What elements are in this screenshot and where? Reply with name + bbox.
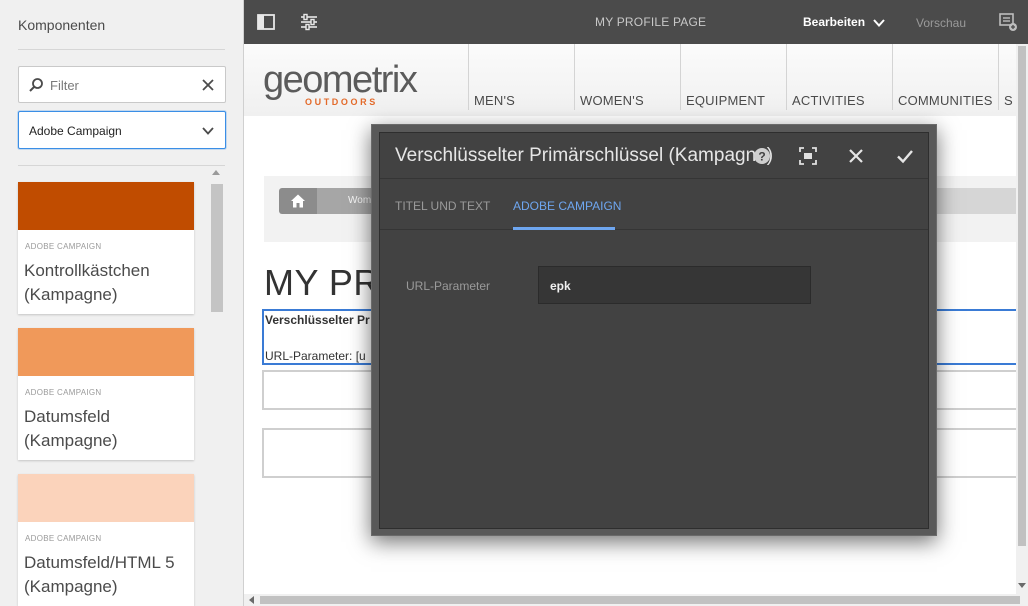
- active-tab-indicator: [513, 227, 615, 230]
- component-card[interactable]: ADOBE CAMPAIGN Datumsfeld (Kampagne): [18, 328, 194, 460]
- component-name: Kontrollkästchen (Kampagne): [24, 261, 150, 304]
- filter-input[interactable]: Filter: [18, 66, 226, 103]
- close-icon[interactable]: [846, 146, 866, 166]
- component-category: ADOBE CAMPAIGN: [25, 534, 102, 543]
- breadcrumb-item[interactable]: Women's: [317, 188, 389, 214]
- component-parameter: URL-Parameter: [u: [265, 349, 366, 363]
- url-parameter-value: epk: [550, 279, 571, 293]
- component-name: Datumsfeld (Kampagne): [24, 407, 118, 450]
- vertical-scrollbar[interactable]: [1016, 44, 1028, 594]
- component-title: Verschlüsselter Pr: [265, 313, 370, 327]
- panel-title: Komponenten: [18, 17, 106, 33]
- component-dialog: Verschlüsselter Primärschlüssel (Kampagn…: [371, 124, 937, 536]
- dialog-tabs: TITEL UND TEXT ADOBE CAMPAIGN: [380, 180, 928, 230]
- editor-toolbar: MY PROFILE PAGE Bearbeiten Vorschau: [244, 0, 1028, 44]
- component-color-swatch: [18, 182, 194, 230]
- search-icon: [29, 78, 43, 92]
- chevron-down-icon[interactable]: [872, 16, 886, 30]
- page-heading: MY PR: [264, 262, 380, 303]
- help-icon[interactable]: ?: [752, 146, 772, 166]
- scroll-up-arrow-icon[interactable]: [212, 170, 220, 175]
- page-title: MY PROFILE PAGE: [595, 15, 707, 29]
- checkmark-icon[interactable]: [895, 146, 915, 166]
- sidebar-toggle-icon[interactable]: [256, 12, 276, 32]
- divider: [18, 165, 225, 166]
- chevron-down-icon: [202, 127, 214, 135]
- fullscreen-icon[interactable]: [798, 146, 818, 166]
- site-header: geometrix OUTDOORS MEN'S WOMEN'S EQUIPME…: [244, 44, 1016, 116]
- clear-icon[interactable]: [200, 77, 216, 93]
- svg-text:?: ?: [758, 150, 765, 164]
- nav-item-activities[interactable]: ACTIVITIES: [786, 44, 892, 110]
- component-color-swatch: [18, 474, 194, 522]
- dialog-header: Verschlüsselter Primärschlüssel (Kampagn…: [380, 133, 928, 179]
- group-select-value: Adobe Campaign: [29, 124, 122, 138]
- dialog-body: Verschlüsselter Primärschlüssel (Kampagn…: [379, 132, 929, 529]
- breadcrumb-home[interactable]: [279, 188, 317, 214]
- annotations-icon[interactable]: [998, 12, 1018, 32]
- nav-item-more[interactable]: S: [998, 44, 1016, 110]
- preview-button[interactable]: Vorschau: [916, 16, 966, 30]
- nav-item-communities[interactable]: COMMUNITIES: [892, 44, 998, 110]
- nav-item-mens[interactable]: MEN'S: [468, 44, 574, 110]
- scrollbar-thumb[interactable]: [211, 184, 223, 312]
- component-color-swatch: [18, 328, 194, 376]
- nav-item-womens[interactable]: WOMEN'S: [574, 44, 680, 110]
- scroll-left-arrow-icon[interactable]: [249, 596, 254, 604]
- tab-adobe-campaign[interactable]: ADOBE CAMPAIGN: [513, 199, 621, 213]
- components-scrollbar[interactable]: [211, 170, 223, 606]
- filter-placeholder: Filter: [50, 78, 79, 93]
- scroll-down-arrow-icon[interactable]: [1018, 583, 1026, 588]
- site-logo-subtitle: OUTDOORS: [305, 97, 378, 107]
- site-logo[interactable]: geometrix: [263, 60, 418, 100]
- url-parameter-label: URL-Parameter: [406, 279, 491, 293]
- scrollbar-thumb[interactable]: [260, 596, 1020, 604]
- dialog-title: Verschlüsselter Primärschlüssel (Kampagn…: [395, 145, 774, 166]
- component-name: Datumsfeld/HTML 5 (Kampagne): [24, 553, 175, 596]
- horizontal-scrollbar[interactable]: [244, 594, 1028, 606]
- page-properties-icon[interactable]: [299, 12, 319, 32]
- component-card[interactable]: ADOBE CAMPAIGN Datumsfeld/HTML 5 (Kampag…: [18, 474, 194, 606]
- component-category: ADOBE CAMPAIGN: [25, 388, 102, 397]
- tab-titel-und-text[interactable]: TITEL UND TEXT: [395, 199, 490, 213]
- components-panel: Komponenten Filter Adobe Campaign ADOBE …: [0, 0, 244, 606]
- nav-item-equipment[interactable]: EQUIPMENT: [680, 44, 786, 110]
- component-group-select[interactable]: Adobe Campaign: [18, 111, 226, 149]
- scrollbar-thumb[interactable]: [1018, 46, 1026, 546]
- divider: [18, 49, 225, 50]
- home-icon: [291, 194, 305, 208]
- mode-select[interactable]: Bearbeiten: [803, 15, 865, 29]
- url-parameter-input[interactable]: epk: [538, 266, 811, 304]
- component-category: ADOBE CAMPAIGN: [25, 242, 102, 251]
- component-card[interactable]: ADOBE CAMPAIGN Kontrollkästchen (Kampagn…: [18, 182, 194, 314]
